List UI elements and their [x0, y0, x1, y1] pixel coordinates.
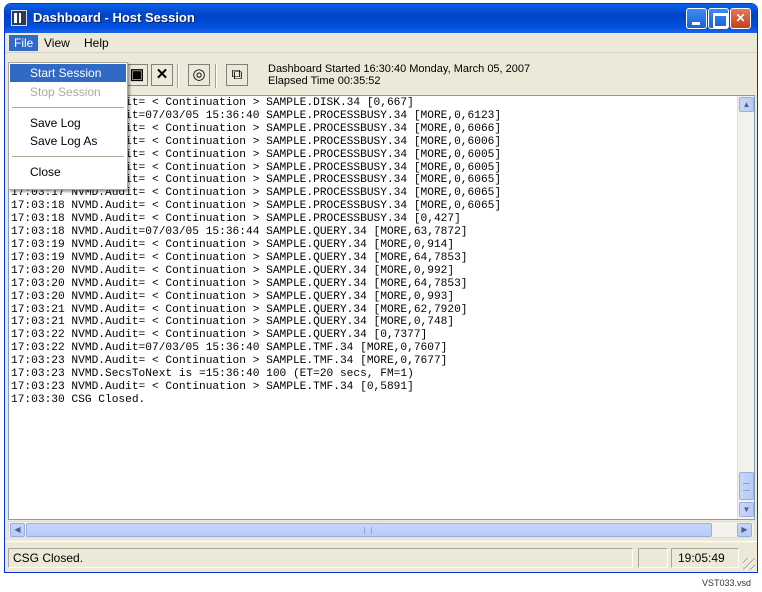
- vertical-scroll-thumb[interactable]: [739, 472, 754, 500]
- log-line: 17:03:19 NVMD.Audit= < Continuation > SA…: [11, 251, 468, 264]
- file-dropdown-menu: Start Session Stop Session Save Log Save…: [8, 62, 128, 190]
- scroll-left-icon[interactable]: ◀: [10, 523, 25, 537]
- scroll-up-icon[interactable]: ▲: [739, 97, 754, 112]
- log-line: 17:03:18 NVMD.Audit=07/03/05 15:36:44 SA…: [11, 226, 468, 239]
- log-line: 17:03:20 NVMD.Audit= < Continuation > SA…: [11, 264, 455, 277]
- status-empty-panel: [638, 548, 668, 568]
- dashboard-started-label: Dashboard Started 16:30:40 Monday, March…: [268, 63, 531, 75]
- title-bar[interactable]: Dashboard - Host Session ✕: [5, 4, 757, 33]
- status-message: CSG Closed.: [13, 551, 84, 565]
- log-line: 17:03:20 NVMD.Audit= < Continuation > SA…: [11, 290, 455, 303]
- menu-separator: [12, 107, 124, 108]
- grid-app-icon: [11, 10, 27, 26]
- log-line: 17:03:19 NVMD.Audit= < Continuation > SA…: [11, 238, 455, 251]
- properties-icon[interactable]: ⧉: [226, 64, 248, 86]
- disk-icon[interactable]: ▣: [126, 64, 148, 86]
- scroll-down-icon[interactable]: ▼: [739, 502, 754, 517]
- scroll-right-icon[interactable]: ▶: [737, 523, 752, 537]
- close-button[interactable]: ✕: [730, 8, 751, 29]
- log-line: 17:03:23 NVMD.Audit= < Continuation > SA…: [11, 380, 414, 393]
- log-line: 17:03:23 NVMD.Audit= < Continuation > SA…: [11, 355, 448, 368]
- log-line: 17:03:30 CSG Closed.: [11, 393, 146, 406]
- toolbar-separator: [177, 64, 179, 88]
- menu-help[interactable]: Help: [79, 35, 114, 51]
- maximize-button[interactable]: [708, 8, 729, 29]
- status-clock: 19:05:49: [678, 551, 725, 565]
- menu-file[interactable]: File: [9, 35, 39, 51]
- vertical-scrollbar[interactable]: ▲ ▼: [737, 96, 754, 519]
- log-line: 17:03:18 NVMD.Audit= < Continuation > SA…: [11, 213, 461, 226]
- menu-item-stop-session: Stop Session: [30, 85, 101, 99]
- menu-item-start-session[interactable]: Start Session: [10, 64, 126, 82]
- menu-bar: File View Help: [5, 33, 757, 53]
- status-message-panel: CSG Closed.: [8, 548, 633, 568]
- log-line: 17:03:20 NVMD.Audit= < Continuation > SA…: [11, 277, 468, 290]
- resize-grip-icon[interactable]: [743, 558, 755, 570]
- log-line: 17:03:21 NVMD.Audit= < Continuation > SA…: [11, 316, 455, 329]
- status-bar: CSG Closed. 19:05:49: [5, 541, 757, 572]
- delete-icon[interactable]: ✕: [151, 64, 173, 86]
- menu-view[interactable]: View: [39, 35, 75, 51]
- window-title: Dashboard - Host Session: [33, 10, 195, 25]
- horizontal-scroll-thumb[interactable]: [26, 523, 712, 537]
- log-line: 17:03:21 NVMD.Audit= < Continuation > SA…: [11, 303, 468, 316]
- minimize-button[interactable]: [686, 8, 707, 29]
- menu-item-save-log-as[interactable]: Save Log As: [10, 132, 126, 150]
- toolbar-separator: [215, 64, 217, 88]
- menu-item-save-log[interactable]: Save Log: [10, 114, 126, 132]
- log-line: 17:03:22 NVMD.Audit=07/03/05 15:36:40 SA…: [11, 342, 448, 355]
- globe-icon[interactable]: ◎: [188, 64, 210, 86]
- status-clock-panel: 19:05:49: [671, 548, 739, 568]
- elapsed-time-label: Elapsed Time 00:35:52: [268, 75, 381, 87]
- menu-item-close[interactable]: Close: [10, 163, 126, 181]
- log-line: 17:03:18 NVMD.Audit= < Continuation > SA…: [11, 200, 502, 213]
- menu-separator: [12, 156, 124, 157]
- horizontal-scrollbar[interactable]: ◀ ▶: [8, 521, 755, 538]
- log-line: 17:03:22 NVMD.Audit= < Continuation > SA…: [11, 329, 428, 342]
- figure-tag: VST033.vsd: [702, 578, 752, 588]
- log-line: 17:03:23 NVMD.SecsToNext is =15:36:40 10…: [11, 368, 414, 381]
